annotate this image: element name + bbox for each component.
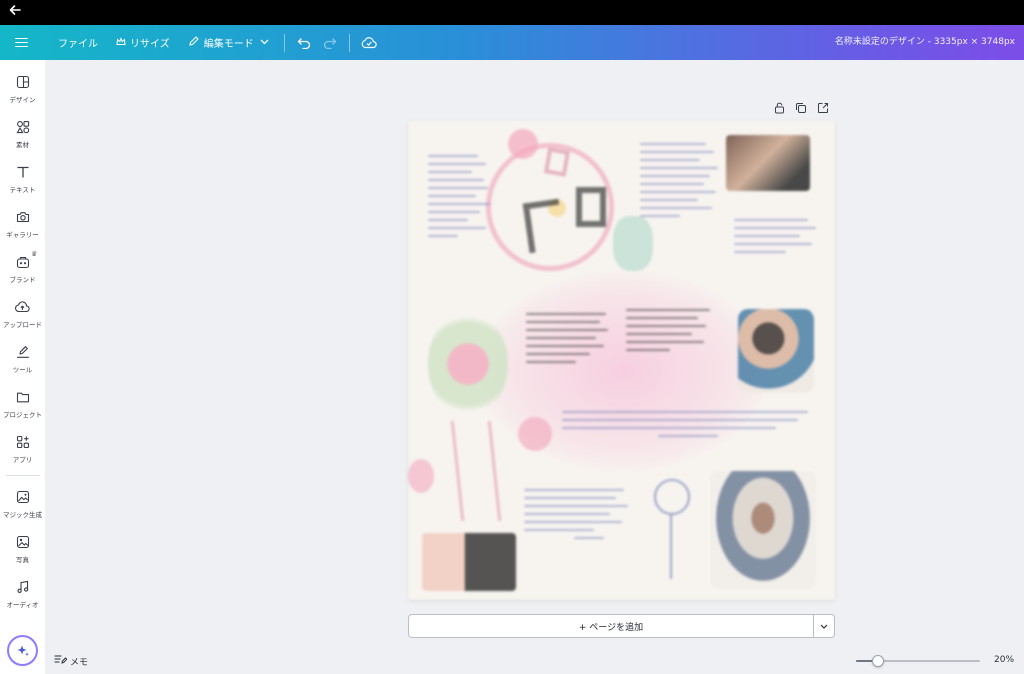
- sidebar-item-elements[interactable]: 素材: [0, 119, 45, 161]
- magic-image-icon: [15, 489, 31, 505]
- photo-couple: [726, 135, 810, 191]
- header-divider: [283, 33, 285, 52]
- hamburger-icon[interactable]: [15, 36, 33, 50]
- folder-icon: [15, 389, 31, 405]
- file-menu[interactable]: ファイル: [49, 25, 107, 60]
- handwritten-message: [640, 143, 718, 223]
- sidebar-item-label: 写真: [16, 556, 29, 564]
- calligraphy-mark: [543, 147, 571, 177]
- add-page-label: + ページを追加: [578, 622, 644, 633]
- zoom-slider[interactable]: [856, 655, 980, 667]
- notes-button[interactable]: メモ: [54, 654, 88, 668]
- draw-tool-icon: [15, 344, 31, 360]
- sidebar-item-apps[interactable]: アプリ: [0, 434, 45, 476]
- edit-mode-dropdown[interactable]: 編集モード: [179, 25, 278, 60]
- header-divider: [348, 33, 350, 52]
- page-toolbar: [772, 101, 830, 115]
- sidebar-divider: [6, 475, 40, 476]
- sidebar-item-audio[interactable]: オーディオ: [0, 579, 45, 621]
- sidebar-item-label: 素材: [16, 141, 29, 149]
- brand-icon: [15, 254, 31, 270]
- flower-decoration: [508, 129, 538, 159]
- zoom-value[interactable]: 20%: [994, 655, 1014, 665]
- os-top-bar: [0, 0, 1024, 25]
- sidebar-item-magic-media[interactable]: マジック生成: [0, 489, 45, 531]
- handwritten-message: [626, 309, 710, 357]
- layout-icon: [15, 74, 31, 90]
- sidebar-item-photos[interactable]: 写真: [0, 534, 45, 576]
- sidebar-item-label: マジック生成: [3, 511, 42, 519]
- apps-icon: [15, 434, 31, 450]
- sidebar-item-gallery[interactable]: ギャラリー: [0, 209, 45, 251]
- sidebar-item-brand[interactable]: ♛ ブランド: [0, 250, 45, 296]
- handwritten-message: [562, 411, 812, 443]
- sidebar-item-design[interactable]: デザイン: [0, 74, 45, 116]
- photo-portraits: [422, 533, 516, 591]
- sidebar-item-label: テキスト: [9, 186, 36, 194]
- sidebar-item-label: ブランド: [9, 276, 36, 284]
- drawing-figure: [670, 515, 672, 579]
- notes-icon: [54, 654, 68, 668]
- sidebar-item-label: オーディオ: [6, 601, 39, 609]
- flower-bouquet: [428, 309, 508, 419]
- cloud-check-icon[interactable]: [356, 30, 382, 56]
- resize-label: リサイズ: [130, 39, 170, 50]
- photo-icon: [15, 534, 31, 550]
- handwritten-message: [526, 313, 608, 369]
- editor-header: ファイル リサイズ 編集モード 名称未設定のデザイン - 3335px × 37…: [0, 25, 1024, 60]
- pencil-icon: [188, 35, 200, 50]
- document-title[interactable]: 名称未設定のデザイン - 3335px × 3748px: [835, 25, 1015, 60]
- sidebar-item-text[interactable]: テキスト: [0, 164, 45, 206]
- camera-icon: [15, 209, 31, 225]
- edit-mode-label: 編集モード: [203, 39, 254, 50]
- flower-decoration: [408, 459, 434, 493]
- back-arrow-icon[interactable]: [6, 3, 24, 21]
- ribbon: [450, 421, 502, 521]
- design-page[interactable]: [408, 121, 835, 600]
- photo-family: [710, 471, 816, 589]
- calligraphy-mark: [576, 187, 606, 227]
- crown-icon: ♛: [31, 250, 38, 258]
- chevron-down-icon[interactable]: [813, 614, 835, 638]
- music-icon: [15, 579, 31, 595]
- sidebar-item-label: ツール: [12, 366, 33, 374]
- redo-icon[interactable]: [317, 30, 343, 56]
- flower-decoration: [518, 417, 552, 451]
- text-icon: [15, 164, 31, 180]
- sidebar-item-label: アップロード: [3, 321, 42, 329]
- sidebar-item-label: デザイン: [9, 96, 36, 104]
- left-sidebar: デザイン 素材 テキスト ギャラリー ♛ ブランド アップロード ツール プロジ…: [0, 60, 45, 674]
- calligraphy-mark: [522, 198, 566, 254]
- sidebar-item-label: プロジェクト: [3, 411, 42, 419]
- chevron-down-icon: [260, 37, 269, 48]
- character-illustration: [613, 216, 653, 271]
- crown-icon: [116, 36, 126, 49]
- notes-label: メモ: [70, 657, 89, 668]
- sidebar-item-label: ギャラリー: [6, 231, 39, 239]
- share-page-icon[interactable]: [816, 101, 830, 115]
- cloud-upload-icon: [15, 299, 31, 315]
- sidebar-item-tools[interactable]: ツール: [0, 344, 45, 386]
- undo-icon[interactable]: [291, 30, 317, 56]
- handwritten-message: [734, 219, 816, 259]
- photo-children: [738, 309, 814, 393]
- drawing-figure: [654, 479, 690, 515]
- resize-button[interactable]: リサイズ: [107, 25, 179, 60]
- sparkle-icon[interactable]: [9, 637, 36, 664]
- zoom-slider-thumb[interactable]: [872, 655, 884, 667]
- lock-icon[interactable]: [772, 101, 786, 115]
- handwritten-message: [524, 489, 630, 545]
- sidebar-item-projects[interactable]: プロジェクト: [0, 389, 45, 431]
- file-menu-label: ファイル: [58, 39, 98, 50]
- shapes-icon: [15, 119, 31, 135]
- sidebar-item-uploads[interactable]: アップロード: [0, 299, 45, 341]
- add-page-button[interactable]: + ページを追加: [408, 614, 814, 638]
- handwritten-message: [428, 155, 490, 243]
- sidebar-item-label: アプリ: [12, 456, 33, 464]
- duplicate-icon[interactable]: [794, 101, 808, 115]
